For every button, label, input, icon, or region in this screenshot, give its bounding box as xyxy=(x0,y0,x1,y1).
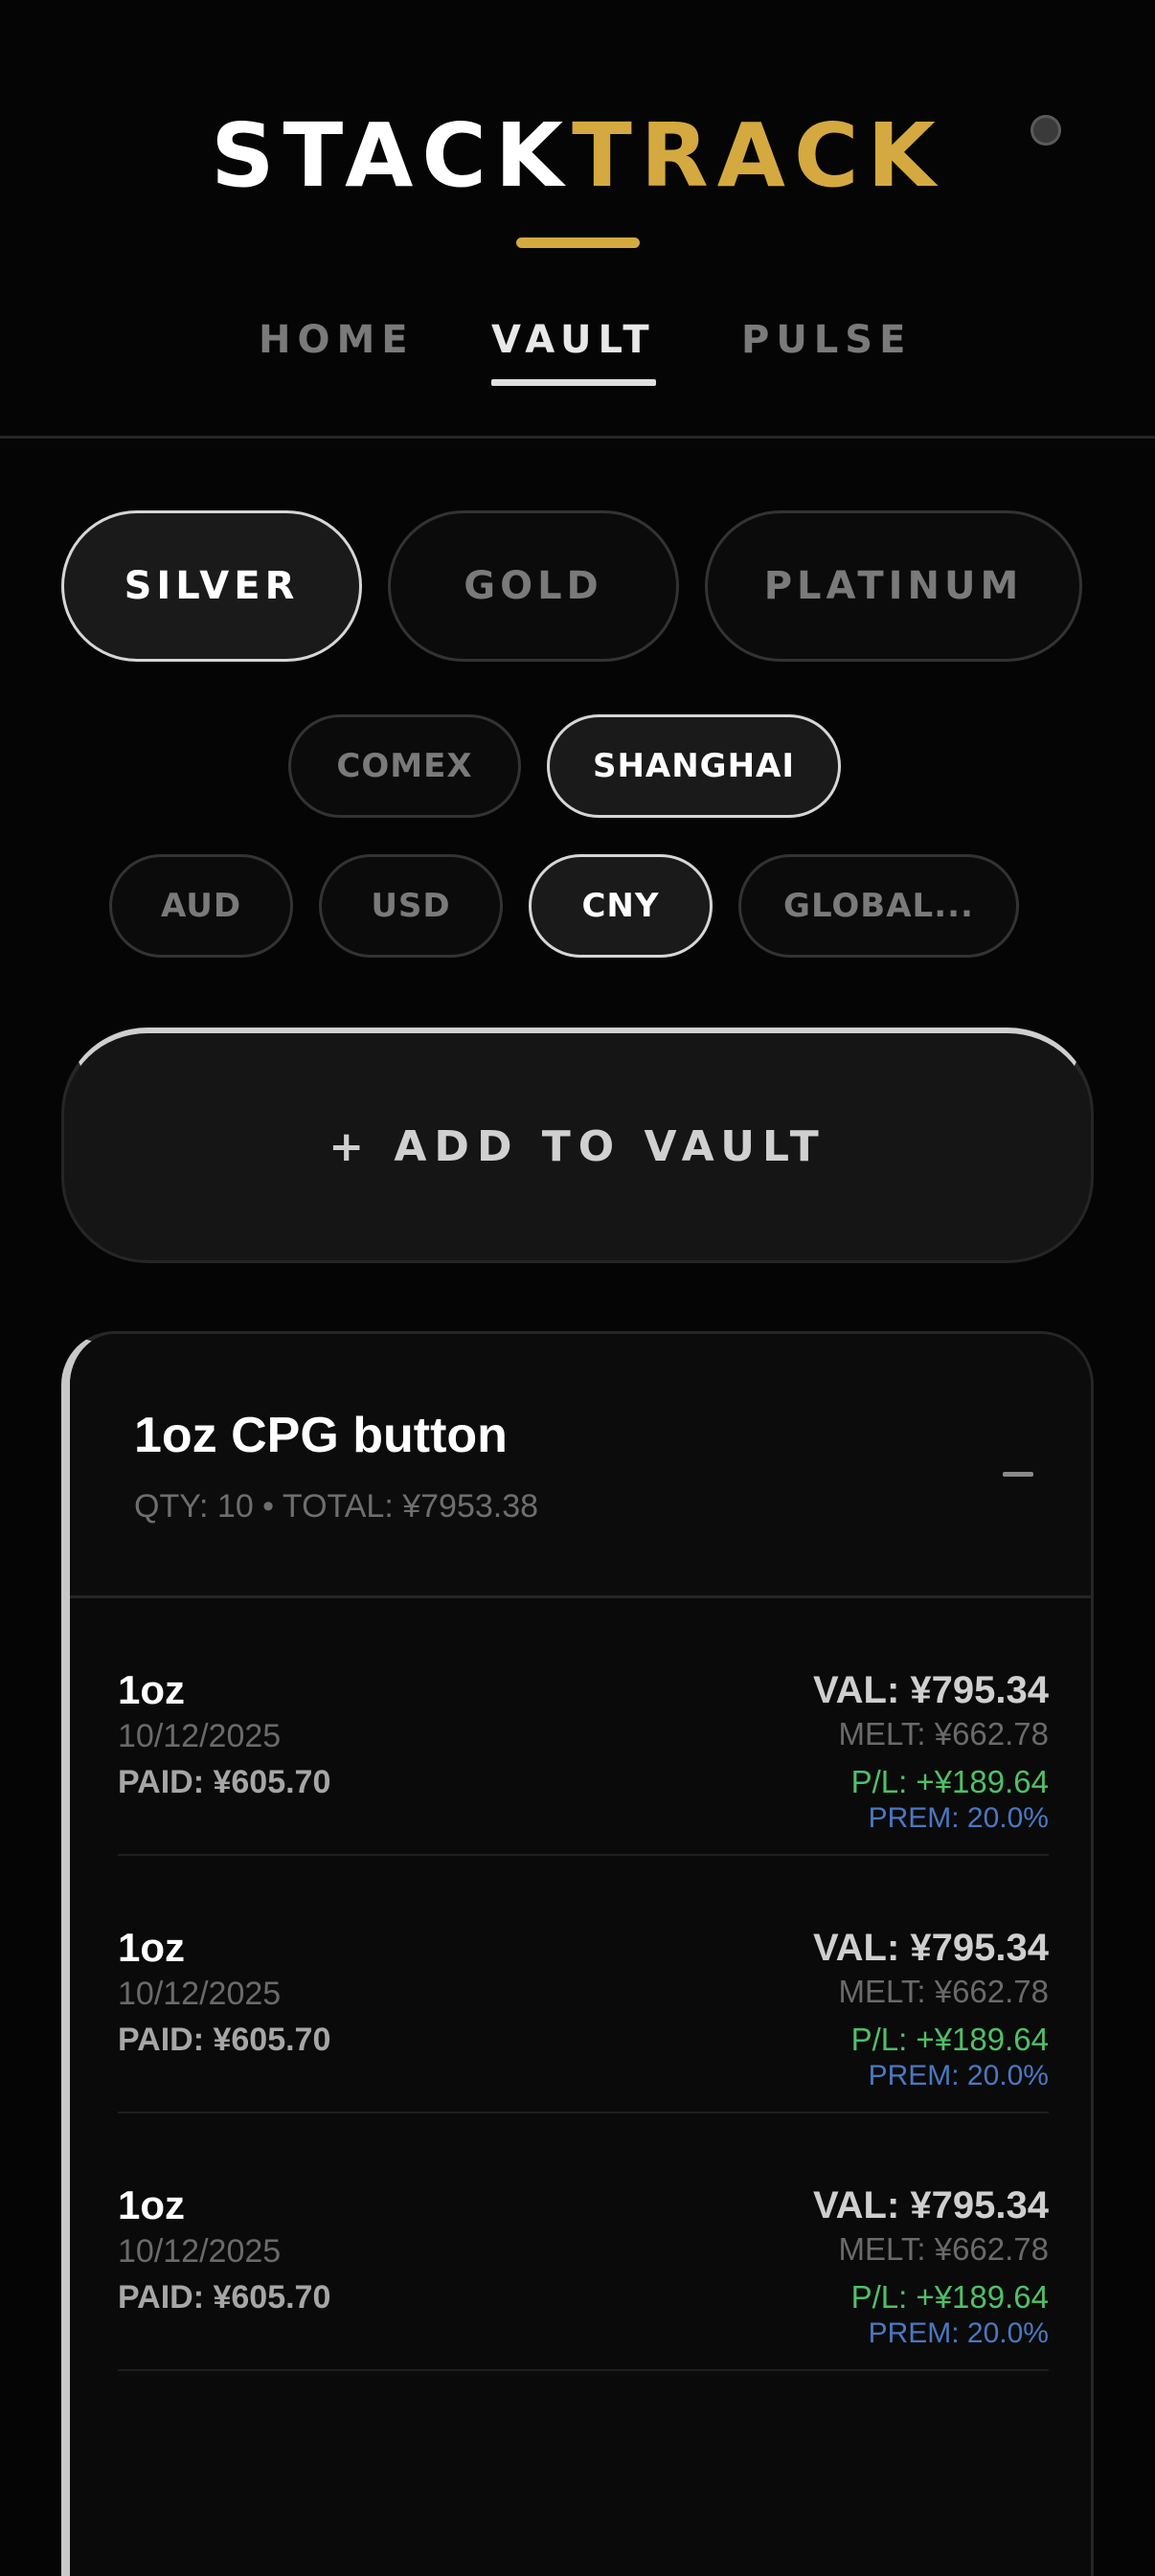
tab-vault[interactable]: VAULT xyxy=(491,316,656,386)
main-nav: HOME VAULT PULSE xyxy=(0,316,1155,393)
lot-value: VAL: ¥795.34 xyxy=(812,1927,1049,1969)
logo-underline xyxy=(516,237,640,248)
lot-value: VAL: ¥795.34 xyxy=(812,1669,1049,1711)
currency-usd-button[interactable]: USD xyxy=(319,854,503,958)
app-header: STACKTRACK HOME VAULT PULSE xyxy=(0,0,1155,439)
tab-pulse[interactable]: PULSE xyxy=(741,316,912,364)
collapse-minus-icon[interactable] xyxy=(1003,1472,1033,1477)
lot-melt: MELT: ¥662.78 xyxy=(838,1974,1049,2009)
lot-date: 10/12/2025 xyxy=(118,1718,282,1754)
app-logo: STACKTRACK xyxy=(0,103,1155,209)
holding-title: 1oz CPG button xyxy=(134,1408,508,1463)
lot-profit-loss: P/L: +¥189.64 xyxy=(850,2279,1049,2315)
lot-melt: MELT: ¥662.78 xyxy=(838,2231,1049,2267)
logo-track-text: TRACK xyxy=(572,104,944,207)
lot-paid: PAID: ¥605.70 xyxy=(118,2279,331,2316)
lot-paid: PAID: ¥605.70 xyxy=(118,1764,331,1800)
lot-size: 1oz xyxy=(118,1925,186,1970)
currency-aud-button[interactable]: AUD xyxy=(109,854,293,958)
currency-global-button[interactable]: GLOBAL... xyxy=(738,854,1019,958)
metal-platinum-button[interactable]: PLATINUM xyxy=(705,510,1082,662)
lot-row[interactable]: 1oz 10/12/2025 PAID: ¥605.70 VAL: ¥795.3… xyxy=(118,1856,1049,2113)
lot-row[interactable]: 1oz 10/12/2025 PAID: ¥605.70 VAL: ¥795.3… xyxy=(118,2113,1049,2371)
tab-home[interactable]: HOME xyxy=(259,316,415,364)
lot-profit-loss: P/L: +¥189.64 xyxy=(850,1764,1049,1799)
add-to-vault-button[interactable]: + ADD TO VAULT xyxy=(61,1028,1094,1263)
lot-size: 1oz xyxy=(118,2182,186,2227)
lot-premium: PREM: 20.0% xyxy=(868,1802,1049,1834)
status-indicator-icon[interactable] xyxy=(1030,115,1061,146)
metal-silver-button[interactable]: SILVER xyxy=(61,510,362,662)
lot-profit-loss: P/L: +¥189.64 xyxy=(850,2022,1049,2057)
holding-card-header[interactable]: 1oz CPG button QTY: 10 • TOTAL: ¥7953.38 xyxy=(70,1334,1091,1598)
market-shanghai-button[interactable]: SHANGHAI xyxy=(547,714,841,818)
lot-paid: PAID: ¥605.70 xyxy=(118,2022,331,2058)
lot-premium: PREM: 20.0% xyxy=(868,2317,1049,2349)
metal-gold-button[interactable]: GOLD xyxy=(388,510,679,662)
logo-stack-text: STACK xyxy=(211,104,573,207)
lot-row[interactable]: 1oz 10/12/2025 PAID: ¥605.70 VAL: ¥795.3… xyxy=(118,1598,1049,1856)
currency-cny-button[interactable]: CNY xyxy=(529,854,713,958)
lot-melt: MELT: ¥662.78 xyxy=(838,1716,1049,1751)
holding-summary: QTY: 10 • TOTAL: ¥7953.38 xyxy=(134,1488,539,1525)
market-comex-button[interactable]: COMEX xyxy=(288,714,521,818)
lot-date: 10/12/2025 xyxy=(118,2233,282,2270)
lot-date: 10/12/2025 xyxy=(118,1976,282,2012)
lot-value: VAL: ¥795.34 xyxy=(812,2184,1049,2226)
holding-card: 1oz CPG button QTY: 10 • TOTAL: ¥7953.38… xyxy=(61,1331,1094,2576)
lot-size: 1oz xyxy=(118,1667,186,1712)
lot-premium: PREM: 20.0% xyxy=(868,2060,1049,2091)
